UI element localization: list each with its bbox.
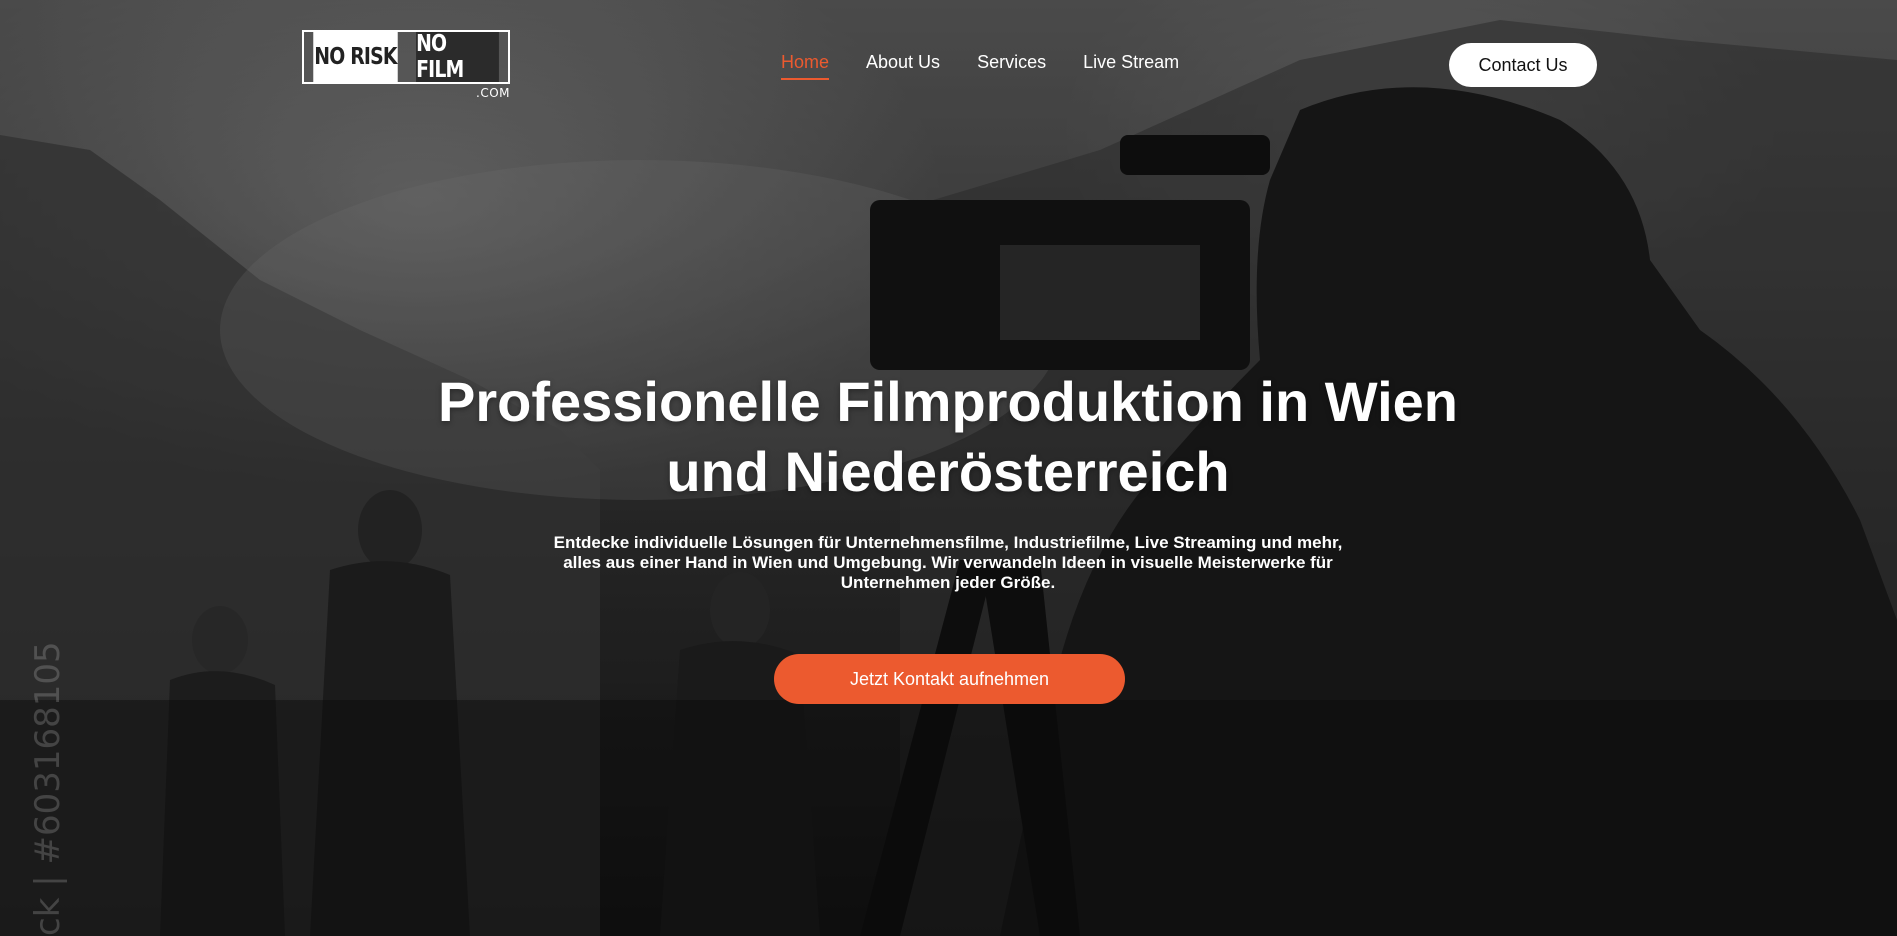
hero-description-line1: Entdecke individuelle Lösungen für Unter… (553, 533, 1343, 552)
main-nav: Home About Us Services Live Stream (781, 52, 1179, 80)
hero-description-line3: Unternehmen jeder Größe. (840, 573, 1056, 592)
logo-text-right: NO FILM (416, 31, 499, 83)
site-logo[interactable]: NO RISK NO FILM .COM (302, 30, 510, 100)
hero-section: NO RISK NO FILM .COM Home About Us Servi… (0, 0, 1897, 936)
hero-headline-line2: und Niederösterreich (666, 440, 1230, 503)
hero-description: Entdecke individuelle Lösungen für Unter… (538, 533, 1358, 593)
contact-cta-button[interactable]: Jetzt Kontakt aufnehmen (774, 654, 1125, 704)
contact-us-button[interactable]: Contact Us (1449, 43, 1597, 87)
hero-headline: Professionelle Filmproduktion in Wien un… (348, 367, 1548, 507)
stock-watermark: ck | #603168105 (28, 641, 68, 936)
logo-mark: NO RISK NO FILM (302, 30, 510, 84)
nav-item-about-us[interactable]: About Us (866, 52, 940, 77)
hero-headline-line1: Professionelle Filmproduktion in Wien (437, 370, 1459, 433)
nav-item-live-stream[interactable]: Live Stream (1083, 52, 1179, 77)
nav-item-home[interactable]: Home (781, 52, 830, 80)
logo-text-left: NO RISK (313, 32, 398, 82)
logo-suffix: .COM (476, 86, 510, 100)
nav-item-services[interactable]: Services (977, 52, 1046, 77)
hero-description-line2: alles aus einer Hand in Wien und Umgebun… (563, 553, 1333, 572)
